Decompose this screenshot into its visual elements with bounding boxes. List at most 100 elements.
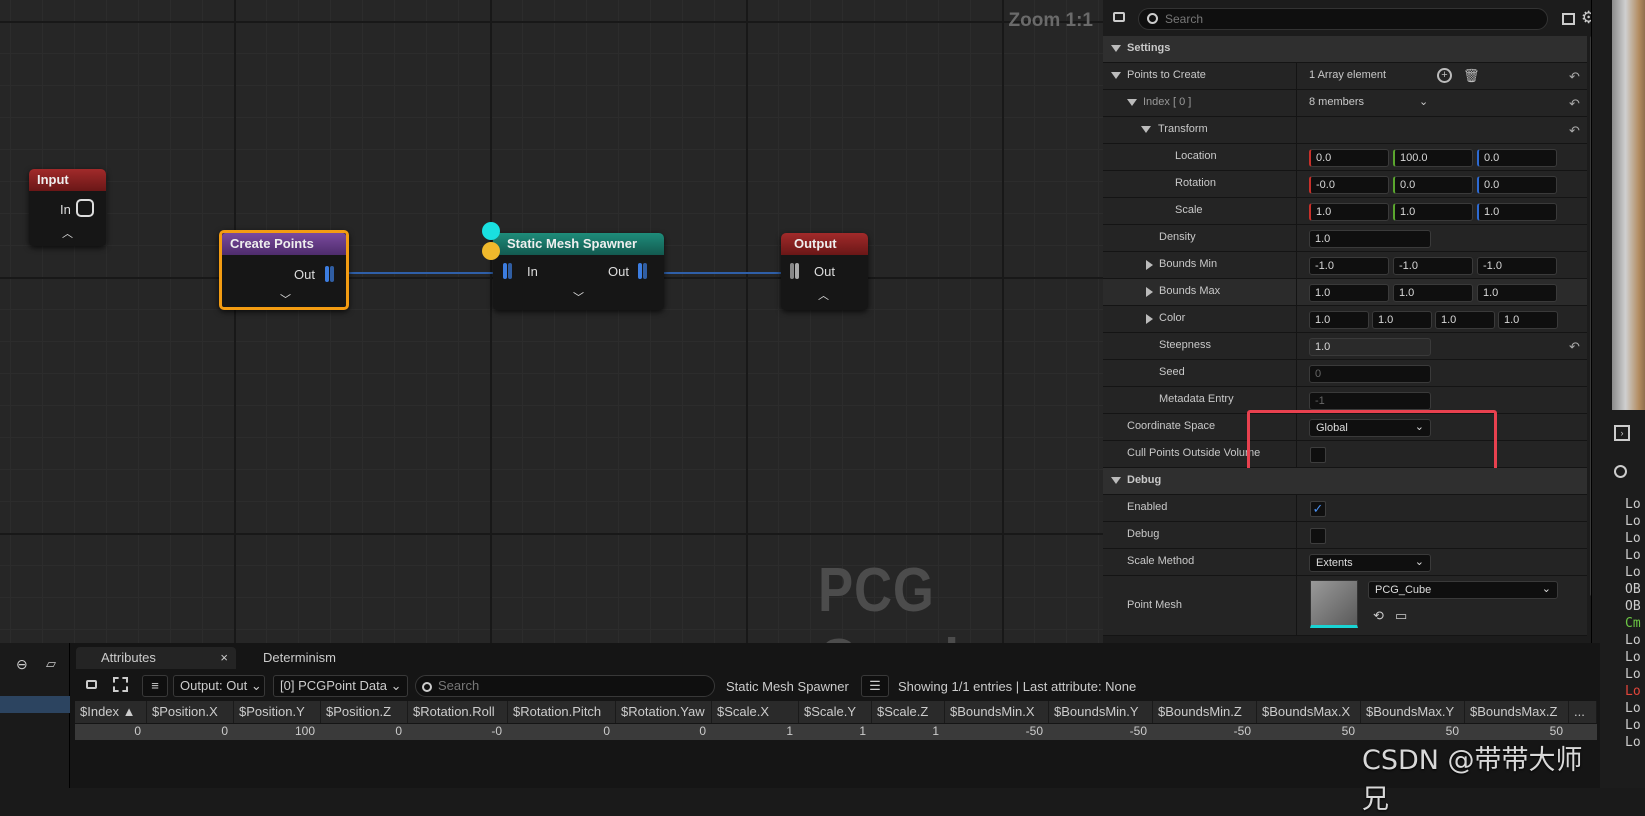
expand-chevron-icon[interactable]: ﹀ [573,289,584,305]
steepness-field[interactable]: 1.0 [1309,338,1431,356]
terminal-icon[interactable]: › [1614,425,1630,441]
column-header[interactable]: $BoundsMin.X [945,701,1049,723]
points-to-create-row[interactable]: Points to Create 1 Array element + 🗑 ↶ [1103,63,1587,90]
chevron-down-icon[interactable]: ⌄ [1419,95,1428,108]
scale-y-field[interactable]: 1.0 [1393,203,1473,221]
density-field[interactable]: 1.0 [1309,230,1431,248]
details-search-input[interactable]: Search [1138,8,1548,30]
debug-checkbox[interactable] [1310,528,1326,544]
color-g-field[interactable]: 1.0 [1372,311,1432,329]
bounds-min-z-field[interactable]: -1.0 [1477,257,1557,275]
column-header[interactable]: $Rotation.Yaw [616,701,712,723]
find-in-content-browser-icon[interactable]: ▭ [1395,608,1407,624]
bounds-min-x-field[interactable]: -1.0 [1309,257,1389,275]
settings-category[interactable]: Settings [1103,36,1587,63]
collapse-chevron-icon[interactable]: ︿ [818,287,829,303]
scale-method-dropdown[interactable]: Extents ⌄ [1309,554,1431,572]
back-icon[interactable]: ⊖ [16,656,28,673]
static-mesh-spawner-pin-in[interactable] [503,263,515,281]
column-header[interactable]: $BoundsMax.Z [1465,701,1569,723]
expand-chevron-icon[interactable]: ﹀ [280,291,291,307]
folder-settings-icon[interactable]: ▱ [46,656,56,672]
column-header[interactable]: $BoundsMin.Y [1049,701,1153,723]
bounds-max-z-field[interactable]: 1.0 [1477,284,1557,302]
bounds-max-y-field[interactable]: 1.0 [1393,284,1473,302]
metadata-entry-field[interactable]: -1 [1309,392,1431,410]
scale-z-field[interactable]: 1.0 [1477,203,1557,221]
reset-arrow-icon[interactable]: ↶ [1569,69,1580,85]
attributes-search-input[interactable]: Search [415,675,715,697]
static-mesh-spawner-pin-out[interactable] [638,263,650,281]
tab-determinism[interactable]: Determinism [238,647,398,669]
column-header[interactable]: $Position.Z [321,701,408,723]
column-header[interactable]: $Scale.Y [799,701,872,723]
point-mesh-dropdown[interactable]: PCG_Cube ⌄ [1368,581,1558,599]
location-x-field[interactable]: 0.0 [1309,149,1389,167]
hamburger-menu-icon[interactable]: ☰ [861,675,889,697]
delete-trash-icon[interactable]: 🗑 [1463,68,1480,84]
column-header[interactable]: $Position.X [147,701,234,723]
reset-arrow-icon[interactable]: ↶ [1569,339,1580,355]
column-header[interactable]: $BoundsMax.X [1257,701,1361,723]
create-points-pin-out[interactable] [325,266,337,284]
rotation-x-field[interactable]: -0.0 [1309,176,1389,194]
wire-create-to-spawner[interactable] [334,272,496,274]
inspect-toggle-yellow-icon[interactable] [482,242,500,260]
mesh-thumbnail[interactable] [1310,580,1358,628]
color-a-field[interactable]: 1.0 [1498,311,1558,329]
node-create-points[interactable]: Create Points Out ﹀ [219,230,349,310]
annotation-highlight-box [1247,410,1497,473]
column-header[interactable]: $Position.Y [234,701,321,723]
column-header[interactable]: $Rotation.Pitch [508,701,616,723]
input-pin-in[interactable] [76,199,94,217]
debug-toggle-cyan-icon[interactable] [482,222,500,240]
lock-icon[interactable] [86,680,97,689]
column-header[interactable]: ... [1569,701,1597,723]
filter-icon[interactable]: ≡ [142,675,168,697]
color-b-field[interactable]: 1.0 [1435,311,1495,329]
seed-field[interactable]: 0 [1309,365,1431,383]
node-input[interactable]: Input In ︿ [29,169,106,246]
column-header[interactable]: $Rotation.Roll [408,701,508,723]
column-header[interactable]: $Scale.X [712,701,799,723]
node-static-mesh-spawner[interactable]: Static Mesh Spawner In Out ﹀ [493,233,664,310]
output-pin-select[interactable]: Output: Out ⌄ [173,675,265,697]
lock-icon[interactable] [1113,12,1125,22]
pcg-graph-canvas[interactable]: Zoom 1:1 PCG Graph Input In ︿ Create Poi… [0,0,1103,643]
column-header[interactable]: $Scale.Z [872,701,945,723]
column-header[interactable]: $Index ▲ [75,701,147,723]
log-line: Lo [1625,667,1641,682]
bounds-min-y-field[interactable]: -1.0 [1393,257,1473,275]
add-element-icon[interactable]: + [1437,68,1452,83]
column-header[interactable]: $BoundsMin.Z [1153,701,1257,723]
table-view-icon[interactable] [1562,13,1575,25]
data-select[interactable]: [0] PCGPoint Data ⌄ [273,675,408,697]
output-pin-in[interactable] [790,263,802,281]
reset-arrow-icon[interactable]: ↶ [1569,96,1580,112]
rotation-y-field[interactable]: 0.0 [1393,176,1473,194]
bounds-max-row[interactable]: Bounds Max 1.0 1.0 1.0 [1103,279,1587,306]
selected-item-highlight[interactable] [0,696,70,713]
enabled-checkbox[interactable]: ✓ [1310,501,1326,517]
reset-arrow-icon[interactable]: ↶ [1569,123,1580,139]
bounds-max-x-field[interactable]: 1.0 [1309,284,1389,302]
wire-spawner-to-output[interactable] [656,272,784,274]
color-row[interactable]: Color 1.0 1.0 1.0 1.0 [1103,306,1587,333]
node-output[interactable]: Output Out ︿ [781,233,868,310]
collapse-chevron-icon[interactable]: ︿ [62,225,73,241]
focus-icon[interactable] [113,677,128,692]
column-header[interactable]: $BoundsMax.Y [1361,701,1465,723]
search-icon[interactable] [1614,465,1627,478]
tab-attributes[interactable]: Attributes × [76,647,236,669]
bounds-min-row[interactable]: Bounds Min -1.0 -1.0 -1.0 [1103,252,1587,279]
scale-x-field[interactable]: 1.0 [1309,203,1389,221]
index-0-row[interactable]: Index [ 0 ] 8 members ⌄ ↶ [1103,90,1587,117]
rotation-z-field[interactable]: 0.0 [1477,176,1557,194]
location-z-field[interactable]: 0.0 [1477,149,1557,167]
color-r-field[interactable]: 1.0 [1309,311,1369,329]
status-text: Showing 1/1 entries | Last attribute: No… [898,679,1137,694]
browse-asset-icon[interactable]: ⟲ [1373,608,1384,624]
transform-row[interactable]: Transform ↶ [1103,117,1587,144]
close-icon[interactable]: × [220,650,228,665]
location-y-field[interactable]: 100.0 [1393,149,1473,167]
